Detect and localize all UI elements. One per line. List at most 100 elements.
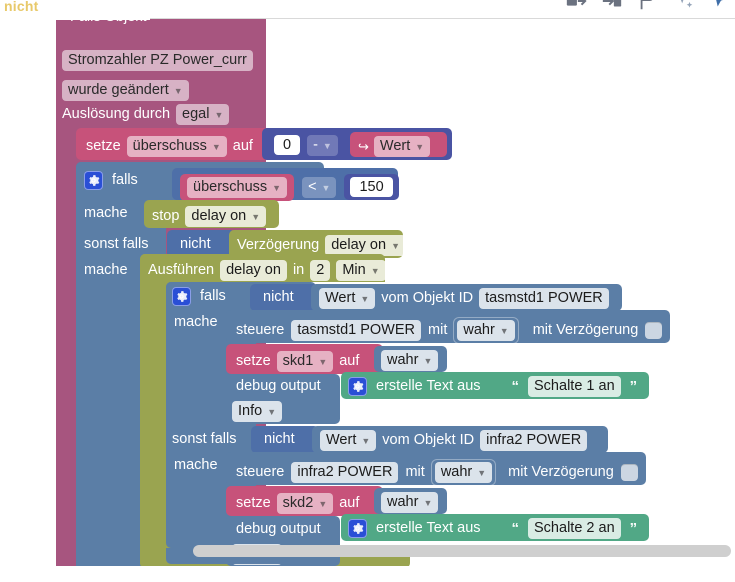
- gear-icon[interactable]: [172, 287, 191, 306]
- trigger-object-value[interactable]: Stromzahler PZ Power_curr: [62, 50, 253, 71]
- trigger-condition-value: wurde geändert: [68, 82, 169, 98]
- get-object-label-2: vom Objekt ID: [382, 432, 475, 449]
- chevron-down-icon: ▼: [477, 468, 487, 479]
- chevron-down-icon: ▼: [318, 499, 328, 510]
- control-value-field-1[interactable]: wahr ▼: [457, 320, 515, 341]
- math-operator-field[interactable]: - ▼: [307, 135, 338, 156]
- set-variable-row: setze überschuss ▼ auf: [86, 136, 253, 157]
- control-object-field-2[interactable]: infra2 POWER: [291, 462, 399, 483]
- not-block-1-label-wrap: nicht: [180, 235, 211, 253]
- set-skd1-value-field[interactable]: wahr ▼: [381, 350, 439, 371]
- control-delay-label-1: mit Verzögerung: [532, 322, 639, 339]
- get-object-row-1: Wert ▼ vom Objekt ID tasmstd1 POWER: [319, 288, 609, 309]
- text-join-row-2: erstelle Text aus “ Schalte 2 an ”: [348, 518, 637, 539]
- comparison-operator-field[interactable]: < ▼: [302, 177, 337, 198]
- quote-close-icon-2: ”: [629, 519, 638, 537]
- blockly-workspace[interactable]: Falls Objekt Stromzahler PZ Power_curr w…: [0, 18, 735, 566]
- control-object-1: tasmstd1 POWER: [297, 322, 416, 338]
- delay-check-keyword: Verzögerung: [237, 237, 320, 254]
- chevron-down-icon: ▼: [370, 266, 380, 277]
- comparison-right-block[interactable]: 150: [344, 174, 399, 201]
- if-else-do-label: mache: [84, 262, 128, 278]
- chevron-down-icon: ▼: [267, 407, 277, 418]
- get-object-id-field-2[interactable]: infra2 POWER: [480, 430, 588, 451]
- trigger-object-field[interactable]: Stromzahler PZ Power_curr: [62, 50, 253, 71]
- comparison-left-field[interactable]: überschuss ▼: [187, 177, 288, 198]
- get-object-label-1: vom Objekt ID: [381, 290, 474, 307]
- timeout-unit: Min: [342, 262, 366, 278]
- chevron-down-icon: ▼: [423, 356, 433, 367]
- chevron-down-icon: ▼: [322, 141, 332, 152]
- text-value-field-2[interactable]: Schalte 2 an: [528, 518, 621, 539]
- set-skd2-value-field[interactable]: wahr ▼: [381, 492, 439, 513]
- set-variable-name-field[interactable]: überschuss ▼: [126, 136, 227, 157]
- workspace-horizontal-scrollbar[interactable]: [193, 545, 731, 557]
- if-header-row: falls: [84, 171, 138, 190]
- trigger-condition-field[interactable]: wurde geändert ▼: [62, 80, 189, 101]
- chevron-down-icon: ▼: [318, 357, 328, 368]
- set-skd1-value: wahr: [387, 352, 419, 368]
- timeout-amount-field[interactable]: 2: [310, 260, 331, 281]
- stop-timer-target: delay on: [191, 208, 247, 224]
- gear-icon[interactable]: [348, 518, 367, 538]
- quote-open-icon-1: “: [511, 377, 520, 395]
- if-do-label-wrap: mache: [84, 204, 128, 222]
- get-object-id-field-1[interactable]: tasmstd1 POWER: [479, 288, 609, 309]
- gear-icon[interactable]: [84, 171, 103, 190]
- if-label: falls: [112, 172, 138, 189]
- control-value-block-2[interactable]: wahr ▼: [431, 460, 496, 485]
- if-elseif-label-wrap: sonst falls: [84, 235, 148, 253]
- get-object-value-2: Wert: [326, 432, 357, 448]
- control-value-field-2[interactable]: wahr ▼: [434, 462, 493, 483]
- import-icon[interactable]: [601, 0, 623, 12]
- if-do-label: mache: [84, 205, 128, 221]
- not-block-2-label: nicht: [263, 289, 294, 305]
- debug-level-field-1[interactable]: Info ▼: [232, 401, 283, 422]
- timeout-target-field[interactable]: delay on: [220, 260, 287, 281]
- not-block-3-label-wrap: nicht: [264, 430, 295, 448]
- text-join-keyword-2: erstelle Text aus: [376, 520, 481, 537]
- comparison-row: überschuss ▼ < ▼ 150: [180, 174, 399, 201]
- control-delay-checkbox-1[interactable]: [645, 321, 663, 339]
- gear-icon[interactable]: [348, 376, 367, 396]
- stop-timer-target-field[interactable]: delay on ▼: [185, 206, 267, 227]
- get-value-row: ↪ Wert ▼: [358, 136, 431, 157]
- delay-check-target: delay on: [331, 237, 387, 253]
- comparison-left-block[interactable]: überschuss ▼: [180, 174, 295, 201]
- control-value-1: wahr: [463, 322, 495, 338]
- set-skd1-name-field[interactable]: skd1 ▼: [276, 351, 334, 372]
- magic-wand-icon[interactable]: [673, 0, 695, 12]
- control-object-field-1[interactable]: tasmstd1 POWER: [291, 320, 422, 341]
- flag-checkpoint-icon[interactable]: [637, 0, 659, 12]
- delay-check-target-field[interactable]: delay on ▼: [325, 235, 406, 256]
- stop-timer-row: stop delay on ▼: [152, 206, 267, 227]
- set-skd2-keyword: setze: [236, 495, 271, 512]
- stop-timer-keyword: stop: [152, 208, 180, 225]
- debug-level-wrap-1: Info ▼: [232, 401, 283, 422]
- get-object-value-field-2[interactable]: Wert ▼: [320, 430, 377, 451]
- trigger-by-value: egal: [182, 106, 210, 122]
- comparison-left-value: überschuss: [193, 179, 268, 195]
- math-operand-a[interactable]: 0: [274, 135, 301, 156]
- get-object-id-1: tasmstd1 POWER: [485, 290, 603, 306]
- control-delay-checkbox-2[interactable]: [620, 463, 638, 481]
- set-skd2-name-field[interactable]: skd2 ▼: [276, 493, 334, 514]
- control-row-1: steuere tasmstd1 POWER mit wahr ▼ mit Ve…: [236, 318, 663, 343]
- trigger-by-field[interactable]: egal ▼: [176, 104, 230, 125]
- timeout-unit-field[interactable]: Min ▼: [336, 260, 386, 281]
- export-icon[interactable]: [565, 0, 587, 12]
- control-object-2: infra2 POWER: [297, 464, 393, 480]
- cursor-arrow-icon[interactable]: [709, 0, 731, 12]
- text-value-field-1[interactable]: Schalte 1 an: [528, 376, 621, 397]
- get-object-value-field-1[interactable]: Wert ▼: [319, 288, 376, 309]
- set-skd1-value-wrap: wahr ▼: [381, 350, 439, 371]
- debug-keyword-wrap-2: debug output: [236, 520, 321, 538]
- debug-keyword-wrap-1: debug output: [236, 377, 321, 395]
- comparison-right-value[interactable]: 150: [350, 177, 393, 198]
- get-value-field[interactable]: Wert ▼: [373, 136, 431, 157]
- control-value-block-1[interactable]: wahr ▼: [454, 318, 518, 343]
- chevron-down-icon: ▼: [211, 142, 221, 153]
- chevron-down-icon: ▼: [321, 183, 331, 194]
- chevron-down-icon: ▼: [361, 436, 371, 447]
- chevron-down-icon: ▼: [391, 241, 400, 252]
